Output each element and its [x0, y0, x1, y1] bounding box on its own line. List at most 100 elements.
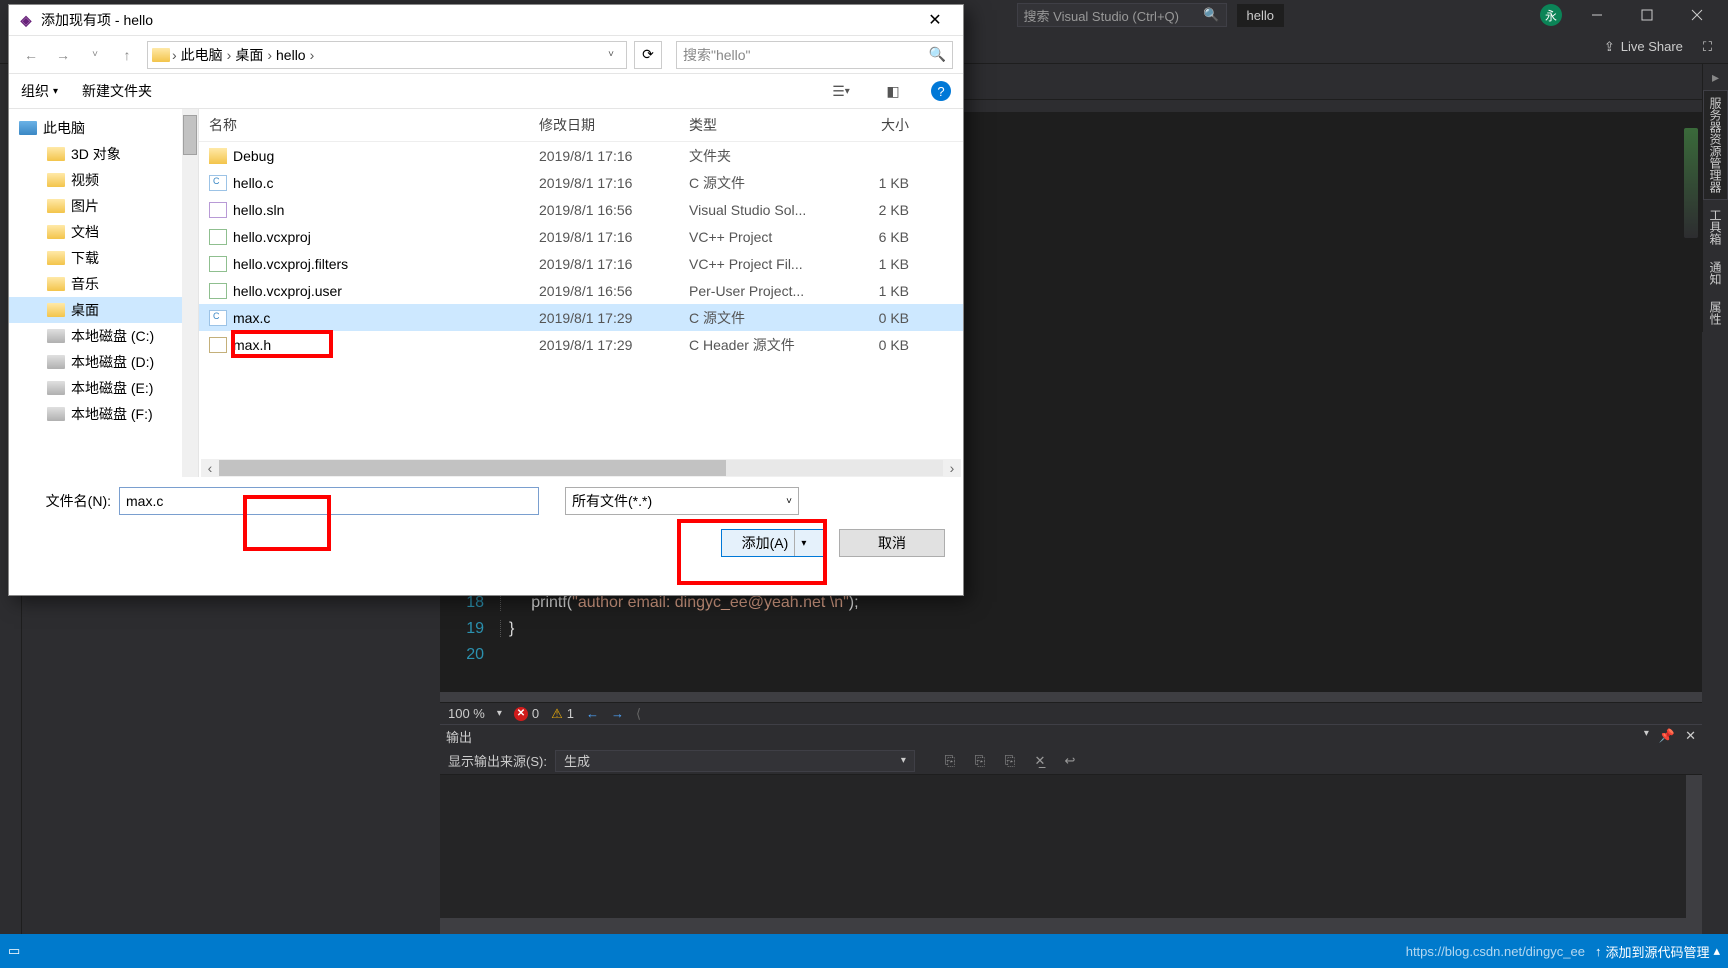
output-body[interactable]: [440, 775, 1702, 918]
drive-icon: [47, 329, 65, 343]
tree-item[interactable]: 文档: [9, 219, 198, 245]
close-button[interactable]: [1674, 0, 1720, 30]
preview-pane-button[interactable]: ◧: [879, 79, 907, 103]
panel-dropdown-icon[interactable]: ▾: [1644, 728, 1649, 744]
addr-chevron-icon[interactable]: ˅: [600, 44, 622, 66]
add-existing-item-dialog: ◈ 添加现有项 - hello ✕ ← → ˅ ↑ › 此电脑 › 桌面 › h…: [8, 4, 964, 596]
file-row[interactable]: hello.vcxproj.filters2019/8/1 17:16VC++ …: [199, 250, 963, 277]
cfile-icon: [209, 310, 227, 326]
maximize-button[interactable]: [1624, 0, 1670, 30]
file-row[interactable]: hello.sln2019/8/1 16:56Visual Studio Sol…: [199, 196, 963, 223]
nav-history-chevron[interactable]: ˅: [83, 49, 107, 60]
source-control-button[interactable]: ↑ 添加到源代码管理 ▴: [1595, 942, 1720, 961]
error-count[interactable]: ✕0: [514, 706, 539, 721]
output-tool-icon-2[interactable]: ⎘: [969, 750, 991, 772]
vs-quick-search[interactable]: 搜索 Visual Studio (Ctrl+Q) 🔍: [1017, 3, 1227, 27]
col-size[interactable]: 大小: [839, 115, 909, 135]
tree-item[interactable]: 音乐: [9, 271, 198, 297]
folder-icon: [152, 48, 170, 62]
output-source-combo[interactable]: 生成▾: [555, 750, 915, 772]
file-row[interactable]: hello.vcxproj.user2019/8/1 16:56Per-User…: [199, 277, 963, 304]
tree-item[interactable]: 3D 对象: [9, 141, 198, 167]
organize-button[interactable]: 组织 ▾: [21, 81, 58, 101]
vtab-properties[interactable]: 属性: [1703, 294, 1728, 332]
file-row[interactable]: Debug2019/8/1 17:16文件夹: [199, 142, 963, 169]
file-row[interactable]: hello.c2019/8/1 17:16C 源文件1 KB: [199, 169, 963, 196]
file-row[interactable]: max.h2019/8/1 17:29C Header 源文件0 KB: [199, 331, 963, 358]
nav-next-icon[interactable]: →: [611, 706, 624, 721]
file-type: C Header 源文件: [689, 335, 839, 355]
user-avatar[interactable]: 永: [1540, 4, 1562, 26]
minimize-button[interactable]: [1574, 0, 1620, 30]
nav-up-arrow[interactable]: ↑: [115, 47, 139, 63]
col-name[interactable]: 名称: [209, 115, 539, 135]
output-scrollbar-h[interactable]: [440, 918, 1702, 934]
col-date[interactable]: 修改日期: [539, 115, 689, 135]
crumb-hello[interactable]: hello: [274, 47, 308, 63]
warning-count[interactable]: ⚠1: [551, 706, 574, 722]
crumb-desktop[interactable]: 桌面: [233, 45, 265, 65]
nav-fwd-arrow[interactable]: →: [51, 47, 75, 63]
vtab-server-explorer[interactable]: 服务器资源管理器: [1703, 90, 1728, 200]
dialog-search-input[interactable]: 搜索"hello" 🔍: [676, 41, 953, 69]
col-type[interactable]: 类型: [689, 115, 839, 135]
zoom-chevron-icon[interactable]: ▾: [497, 708, 502, 719]
view-mode-button[interactable]: ☰ ▾: [827, 79, 855, 103]
minimap[interactable]: [1684, 128, 1698, 238]
nav-back-arrow[interactable]: ←: [19, 47, 43, 63]
nav-end-icon[interactable]: ⟨: [636, 706, 641, 722]
tree-scrollbar[interactable]: [182, 109, 198, 477]
tree-item[interactable]: 本地磁盘 (C:): [9, 323, 198, 349]
output-tool-icon-1[interactable]: ⎘: [939, 750, 961, 772]
tree-item[interactable]: 本地磁盘 (E:): [9, 375, 198, 401]
output-tool-icon-3[interactable]: ⎘: [999, 750, 1021, 772]
folder-icon: [47, 147, 65, 161]
file-size: 6 KB: [839, 229, 909, 245]
nav-prev-icon[interactable]: ←: [586, 706, 599, 721]
output-wrap-icon[interactable]: ↩: [1059, 750, 1081, 772]
cfile-icon: [209, 175, 227, 191]
file-date: 2019/8/1 17:16: [539, 148, 689, 164]
file-date: 2019/8/1 17:16: [539, 229, 689, 245]
tree-item[interactable]: 桌面: [9, 297, 198, 323]
vtab-toolbox[interactable]: 工具箱: [1703, 202, 1728, 252]
file-filter-combo[interactable]: 所有文件(*.*)˅: [565, 487, 799, 515]
cancel-button[interactable]: 取消: [839, 529, 945, 557]
file-name: Debug: [233, 148, 274, 164]
live-share-button[interactable]: ⇪ Live Share ⛶: [1604, 39, 1722, 55]
tree-item-label: 文档: [71, 222, 99, 242]
help-icon[interactable]: ?: [931, 81, 951, 101]
dialog-titlebar[interactable]: ◈ 添加现有项 - hello ✕: [9, 5, 963, 35]
output-scrollbar-v[interactable]: [1686, 775, 1702, 918]
file-list-scrollbar-h[interactable]: ‹›: [201, 459, 961, 477]
tree-item[interactable]: 视频: [9, 167, 198, 193]
address-bar[interactable]: › 此电脑 › 桌面 › hello › ˅: [147, 41, 627, 69]
tree-item[interactable]: 图片: [9, 193, 198, 219]
filename-input[interactable]: [119, 487, 539, 515]
output-panel: 输出 ▾ 📌 ✕ 显示输出来源(S): 生成▾ ⎘ ⎘ ⎘ ✕̲ ↩: [440, 724, 1702, 934]
add-dropdown-icon[interactable]: ▾: [801, 538, 806, 549]
pin-icon[interactable]: 📌: [1659, 728, 1675, 744]
tree-item[interactable]: 下载: [9, 245, 198, 271]
expand-icon[interactable]: ▸: [1705, 66, 1727, 88]
file-row[interactable]: hello.vcxproj2019/8/1 17:16VC++ Project6…: [199, 223, 963, 250]
crumb-pc[interactable]: 此电脑: [179, 45, 225, 65]
add-button[interactable]: 添加(A) ▾: [721, 529, 827, 557]
tree-item[interactable]: 本地磁盘 (F:): [9, 401, 198, 427]
folder-tree[interactable]: 此电脑3D 对象视频图片文档下载音乐桌面本地磁盘 (C:)本地磁盘 (D:)本地…: [9, 109, 199, 477]
output-clear-icon[interactable]: ✕̲: [1029, 750, 1051, 772]
search-icon: 🔍: [929, 46, 946, 63]
dialog-close-button[interactable]: ✕: [915, 6, 955, 34]
tree-item[interactable]: 本地磁盘 (D:): [9, 349, 198, 375]
file-list-header[interactable]: 名称 修改日期 类型 大小: [199, 109, 963, 142]
tree-item[interactable]: 此电脑: [9, 115, 198, 141]
panel-close-icon[interactable]: ✕: [1685, 728, 1696, 744]
file-type: Per-User Project...: [689, 283, 839, 299]
new-folder-button[interactable]: 新建文件夹: [82, 81, 152, 101]
refresh-button[interactable]: ⟳: [634, 41, 662, 69]
vtab-notifications[interactable]: 通知: [1703, 254, 1728, 292]
file-row[interactable]: max.c2019/8/1 17:29C 源文件0 KB: [199, 304, 963, 331]
status-left-icon[interactable]: ▭: [8, 943, 20, 959]
zoom-level[interactable]: 100 %: [448, 706, 485, 721]
fullscreen-icon[interactable]: ⛶: [1703, 39, 1712, 55]
